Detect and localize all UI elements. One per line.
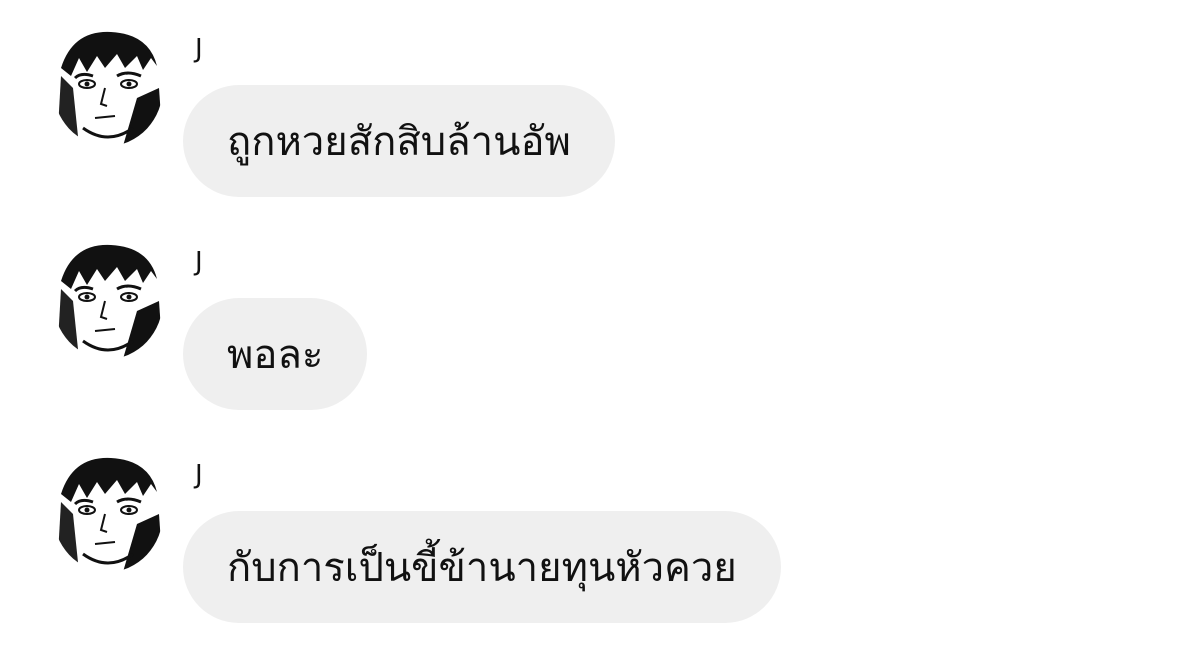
avatar[interactable] bbox=[53, 241, 163, 359]
avatar[interactable] bbox=[53, 454, 163, 572]
user-avatar-icon bbox=[53, 28, 163, 146]
message-bubble[interactable]: พอละ bbox=[183, 298, 368, 410]
message-row: J ถูกหวยสักสิบล้านอัพ bbox=[0, 28, 1200, 228]
message-row: J พอละ bbox=[0, 241, 1200, 441]
message-row: J กับการเป็นขี้ข้านายทุนหัวควย bbox=[0, 454, 1200, 654]
sender-name: J bbox=[195, 247, 203, 277]
avatar[interactable] bbox=[53, 28, 163, 146]
user-avatar-icon bbox=[53, 454, 163, 572]
sender-name: J bbox=[195, 34, 203, 64]
user-avatar-icon bbox=[53, 241, 163, 359]
sender-name: J bbox=[195, 460, 203, 490]
message-bubble[interactable]: ถูกหวยสักสิบล้านอัพ bbox=[183, 85, 615, 197]
message-bubble[interactable]: กับการเป็นขี้ข้านายทุนหัวควย bbox=[183, 511, 781, 623]
